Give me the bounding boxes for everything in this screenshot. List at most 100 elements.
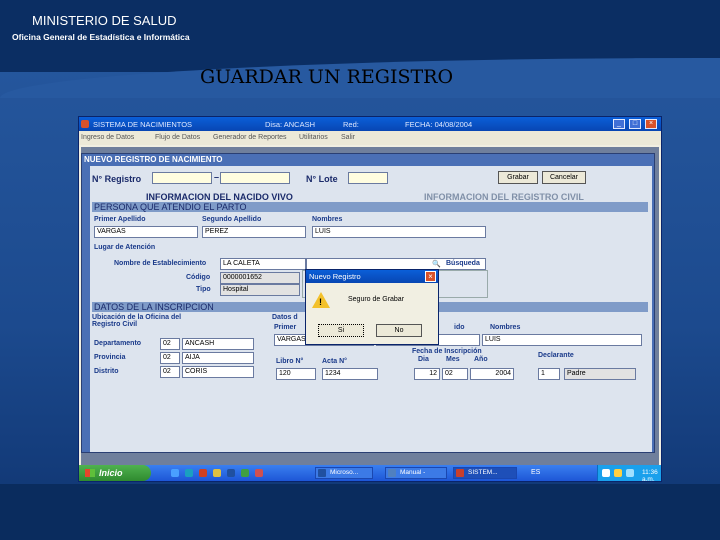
menu-bar: Ingreso de Datos Flujo de Datos Generado… <box>79 131 661 145</box>
tray-app-icon[interactable] <box>626 469 634 477</box>
dep-name-field[interactable]: ANCASH <box>182 338 254 350</box>
libro-input[interactable]: 120 <box>276 368 316 380</box>
minimize-button[interactable]: _ <box>613 119 625 129</box>
provincia-label: Provincia <box>94 354 126 361</box>
window-title: SISTEMA DE NACIMIENTOS <box>93 120 193 129</box>
sistema-task-icon <box>456 469 464 477</box>
close-button[interactable]: × <box>645 119 657 129</box>
acta-input[interactable]: 1234 <box>322 368 378 380</box>
nro-lote-input[interactable] <box>348 172 388 184</box>
nro-registro-input[interactable] <box>152 172 212 184</box>
task-manual-label: Manual - <box>400 469 426 476</box>
dec-nombres-input[interactable]: LUIS <box>482 334 642 346</box>
maximize-button[interactable]: □ <box>629 119 641 129</box>
tab-nacido-vivo[interactable]: INFORMACION DEL NACIDO VIVO <box>146 192 293 202</box>
mes-input[interactable]: 02 <box>442 368 468 380</box>
task-word[interactable]: Microso... <box>315 467 373 479</box>
segundo-apellido-label: Segundo Apellido <box>202 216 262 223</box>
window-titlebar: SISTEMA DE NACIMIENTOS Disa: ANCASH Red:… <box>79 117 661 131</box>
taskbar: Inicio Microso... Manual - SISTEM... ES … <box>79 465 661 481</box>
dia-input[interactable]: 12 <box>414 368 440 380</box>
task-manual[interactable]: Manual - <box>385 467 447 479</box>
task-sistema[interactable]: SISTEM... <box>453 467 517 479</box>
folder-icon[interactable] <box>213 469 221 477</box>
prov-name-field[interactable]: AIJA <box>182 352 254 364</box>
menu-flujo[interactable]: Flujo de Datos <box>155 134 200 141</box>
declarante-label: Declarante <box>538 352 574 359</box>
tipo-field: Hospital <box>220 284 300 296</box>
codigo-label: Código <box>186 274 211 281</box>
libro-label: Libro N° <box>276 358 304 365</box>
menu-salir[interactable]: Salir <box>341 134 355 141</box>
section-persona-parto: PERSONA QUE ATENDIO EL PARTO <box>92 202 648 212</box>
slide-title: GUARDAR UN REGISTRO <box>200 66 454 88</box>
org-name: MINISTERIO DE SALUD <box>32 13 177 28</box>
dialog-title: Nuevo Registro <box>306 270 438 283</box>
dep-code-input[interactable]: 02 <box>160 338 180 350</box>
segundo-apellido-input[interactable]: PEREZ <box>202 226 306 238</box>
acta-label: Acta N° <box>322 358 347 365</box>
menu-generador[interactable]: Generador de Reportes <box>213 134 287 141</box>
nombres-label-2: Nombres <box>490 324 521 331</box>
app-quicklaunch-icon[interactable] <box>255 469 263 477</box>
dialog-yes-button[interactable]: Si <box>318 324 364 337</box>
primer-label-2: Primer <box>274 324 297 331</box>
dist-name-field[interactable]: CORIS <box>182 366 254 378</box>
dialog-message: Seguro de Grabar <box>348 296 405 303</box>
anio-label: Año <box>474 356 488 363</box>
prov-code-input[interactable]: 02 <box>160 352 180 364</box>
dash-separator: – <box>214 172 220 182</box>
dialog-close-icon[interactable]: × <box>425 271 436 282</box>
distrito-label: Distrito <box>94 368 119 375</box>
volume-icon[interactable] <box>614 469 622 477</box>
fecha-inscripcion-label: Fecha de Inscripción <box>412 348 482 355</box>
declarante-field: Padre <box>564 368 636 380</box>
menu-ingreso[interactable]: Ingreso de Datos <box>81 134 134 141</box>
tab-registro-civil[interactable]: INFORMACION DEL REGISTRO CIVIL <box>424 192 584 202</box>
language-indicator[interactable]: ES <box>531 469 540 476</box>
datos-label: Datos d <box>272 314 298 321</box>
departamento-label: Departamento <box>94 340 142 347</box>
primer-apellido-input[interactable]: VARGAS <box>94 226 198 238</box>
dist-code-input[interactable]: 02 <box>160 366 180 378</box>
search-icon[interactable]: 🔍 <box>432 260 441 268</box>
word-icon[interactable] <box>227 469 235 477</box>
dialog-no-button[interactable]: No <box>376 324 422 337</box>
windows-logo-icon <box>85 469 95 477</box>
establecimiento-label: Nombre de Establecimiento <box>114 260 207 267</box>
ubicacion-label: Ubicación de la Oficina del Registro Civ… <box>92 314 182 328</box>
clock: 11:36 a.m. <box>642 469 658 482</box>
menu-utilitarios[interactable]: Utilitarios <box>299 134 328 141</box>
cancelar-button[interactable]: Cancelar <box>542 171 586 184</box>
app-screenshot: SISTEMA DE NACIMIENTOS Disa: ANCASH Red:… <box>78 116 662 482</box>
nro-registro-suffix-input[interactable] <box>220 172 290 184</box>
form-title: NUEVO REGISTRO DE NACIMIENTO <box>84 155 223 164</box>
ido-label-2: ido <box>454 324 465 331</box>
nombres-input[interactable]: LUIS <box>312 226 486 238</box>
busqueda-link[interactable]: Búsqueda <box>446 260 480 267</box>
lugar-atencion-label: Lugar de Atención <box>94 244 156 251</box>
media-icon[interactable] <box>185 469 193 477</box>
anio-input[interactable]: 2004 <box>470 368 514 380</box>
ie-icon[interactable] <box>171 469 179 477</box>
network-icon[interactable] <box>602 469 610 477</box>
window-disa: Disa: ANCASH <box>265 120 316 129</box>
window-fecha: FECHA: 04/08/2004 <box>405 120 473 129</box>
word-task-icon <box>318 469 326 477</box>
start-label: Inicio <box>99 468 123 478</box>
excel-icon[interactable] <box>241 469 249 477</box>
codigo-field: 0000001652 <box>220 272 300 284</box>
declarante-code-input[interactable]: 1 <box>538 368 560 380</box>
start-button[interactable]: Inicio <box>79 465 151 481</box>
task-word-label: Microso... <box>330 469 359 476</box>
nro-lote-label: N° Lote <box>306 174 338 184</box>
dia-label: Dia <box>418 356 429 363</box>
establecimiento-input[interactable]: LA CALETA <box>220 258 306 270</box>
confirm-dialog: Nuevo Registro × ! Seguro de Grabar Si N… <box>305 269 439 345</box>
warning-mark-icon: ! <box>319 297 322 307</box>
system-tray: 11:36 a.m. <box>597 465 661 481</box>
quicklaunch-icon[interactable] <box>199 469 207 477</box>
window-red: Red: <box>343 120 359 129</box>
grabar-button[interactable]: Grabar <box>498 171 538 184</box>
doc-task-icon <box>388 469 396 477</box>
